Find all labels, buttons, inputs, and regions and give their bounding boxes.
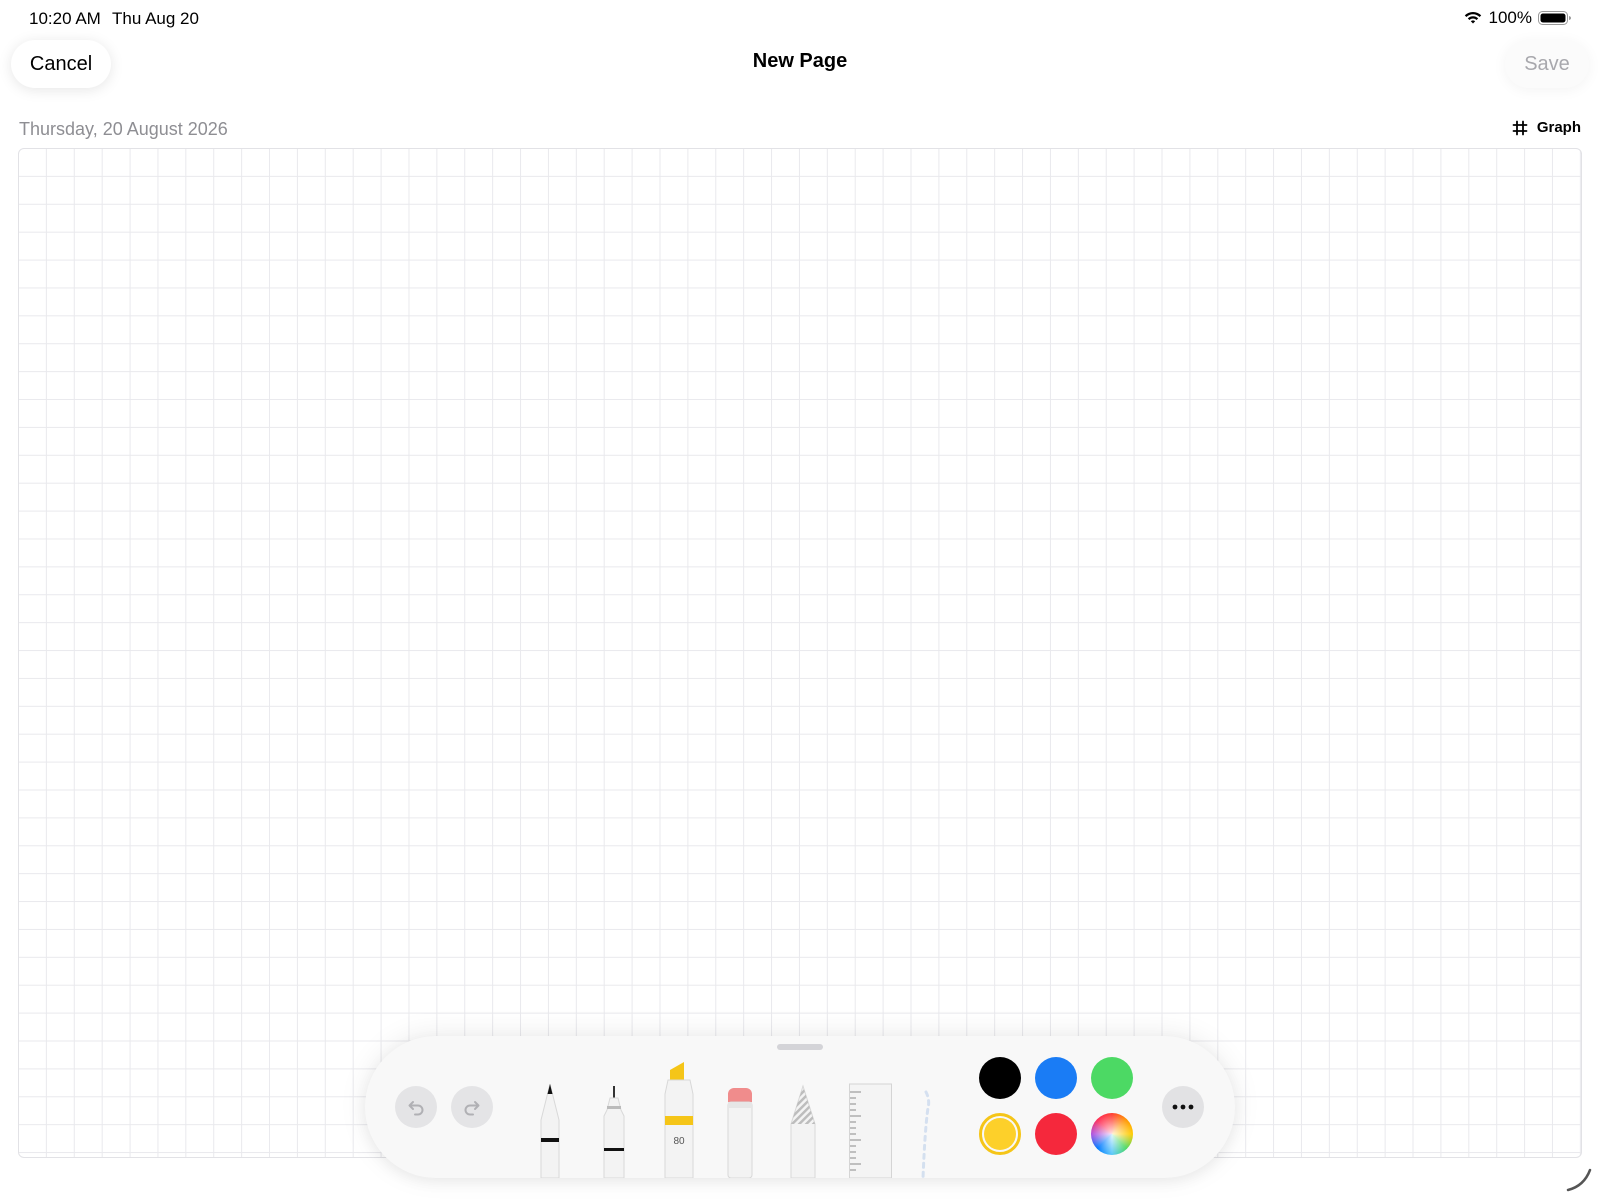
more-options-button[interactable] <box>1162 1086 1204 1128</box>
paper-style-button[interactable]: Graph <box>1512 119 1581 136</box>
color-swatch-yellow-fill <box>984 1118 1016 1150</box>
pencil-icon <box>790 1084 816 1178</box>
status-bar: 10:20 AM Thu Aug 20 100% <box>0 0 1600 36</box>
battery-percent: 100% <box>1488 8 1532 27</box>
color-swatch-green[interactable] <box>1091 1057 1133 1099</box>
undo-button[interactable] <box>395 1086 437 1128</box>
save-button[interactable]: Save <box>1505 40 1589 88</box>
redo-button[interactable] <box>451 1086 493 1128</box>
palette-grabber[interactable] <box>777 1044 823 1050</box>
ruler-tool[interactable] <box>849 1082 893 1178</box>
page-date: Thursday, 20 August 2026 <box>19 119 228 139</box>
status-indicators: 100% <box>1463 8 1572 28</box>
drawing-canvas[interactable] <box>18 148 1582 1158</box>
eraser-tool[interactable] <box>726 1084 754 1178</box>
color-swatch-red[interactable] <box>1035 1113 1077 1155</box>
fineliner-icon <box>603 1086 625 1178</box>
status-time: 10:20 AM <box>29 9 101 28</box>
ruler-icon <box>849 1083 892 1178</box>
undo-icon <box>408 1101 424 1116</box>
color-swatch-blue[interactable] <box>1035 1057 1077 1099</box>
marker-icon <box>664 1062 694 1178</box>
pencil-tool[interactable] <box>788 1084 818 1178</box>
fineliner-tool[interactable] <box>599 1080 629 1178</box>
app-root: 10:20 AM Thu Aug 20 100% Cancel New Page… <box>0 0 1600 1200</box>
pen-icon <box>540 1083 560 1178</box>
lasso-tool[interactable] <box>917 1088 933 1178</box>
eraser-icon <box>727 1088 753 1178</box>
color-picker-button[interactable] <box>1091 1113 1133 1155</box>
quick-note-corner-icon[interactable] <box>1564 1164 1594 1194</box>
color-swatch-black[interactable] <box>979 1057 1021 1099</box>
tool-palette[interactable]: 80 <box>365 1036 1235 1178</box>
marker-label: 80 <box>673 1136 685 1147</box>
wifi-icon <box>1464 12 1481 24</box>
pen-tool[interactable] <box>535 1080 565 1178</box>
battery-icon <box>1538 11 1571 25</box>
color-swatch-yellow[interactable] <box>979 1113 1021 1155</box>
page-title: New Page <box>752 50 848 72</box>
status-date: Thu Aug 20 <box>112 9 199 28</box>
marker-tool[interactable]: 80 <box>661 1060 697 1178</box>
ellipsis-icon <box>1172 1104 1194 1110</box>
lasso-icon <box>921 1090 931 1178</box>
grid-hash-icon <box>1512 120 1528 135</box>
redo-icon <box>464 1101 480 1116</box>
paper-style-label: Graph <box>1536 119 1581 136</box>
color-wheel-icon <box>1091 1113 1133 1155</box>
